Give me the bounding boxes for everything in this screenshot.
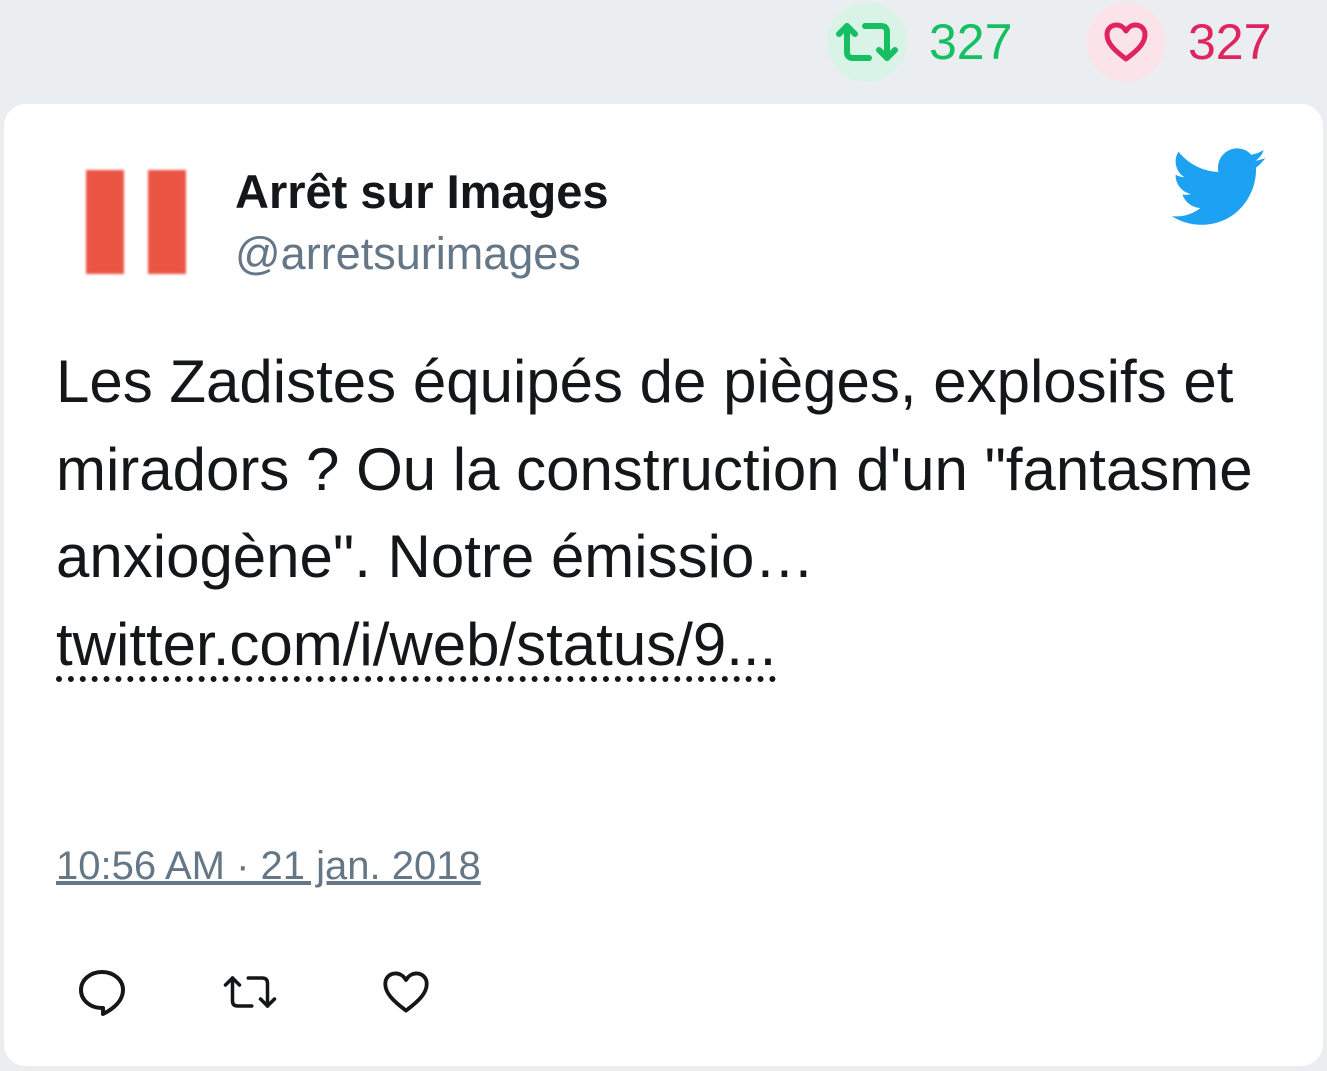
avatar-bar-right [148,170,186,274]
twitter-bird-icon[interactable] [1171,148,1268,228]
tweet-link[interactable]: twitter.com/i/web/status/9... [56,611,776,678]
tweet-body: Les Zadistes équipés de pièges, explosif… [56,338,1286,688]
heart-outline-icon [383,971,429,1013]
reply-icon [79,970,125,1016]
tweet-card: Arrêt sur Images @arretsurimages Les Zad… [4,104,1323,1066]
author-name[interactable]: Arrêt sur Images [235,164,609,219]
engagement-summary: 327 327 [0,0,1327,100]
like-button[interactable] [378,964,434,1020]
tweet-timestamp[interactable]: 10:56 AM · 21 jan. 2018 [56,844,481,889]
like-stat[interactable]: 327 [1086,2,1271,82]
tweet-text: Les Zadistes équipés de pièges, explosif… [56,348,1253,590]
heart-icon[interactable] [1086,2,1166,82]
reply-button[interactable] [74,964,130,1020]
avatar-bar-left [86,170,124,274]
avatar[interactable] [80,162,200,282]
retweet-stat[interactable]: 327 [827,2,1012,82]
like-count: 327 [1188,14,1272,70]
retweet-count: 327 [929,14,1013,70]
retweet-action-icon [223,976,277,1008]
retweet-button[interactable] [222,964,278,1020]
retweet-icon[interactable] [827,2,907,82]
author-handle[interactable]: @arretsurimages [235,228,581,280]
action-bar [74,964,434,1020]
